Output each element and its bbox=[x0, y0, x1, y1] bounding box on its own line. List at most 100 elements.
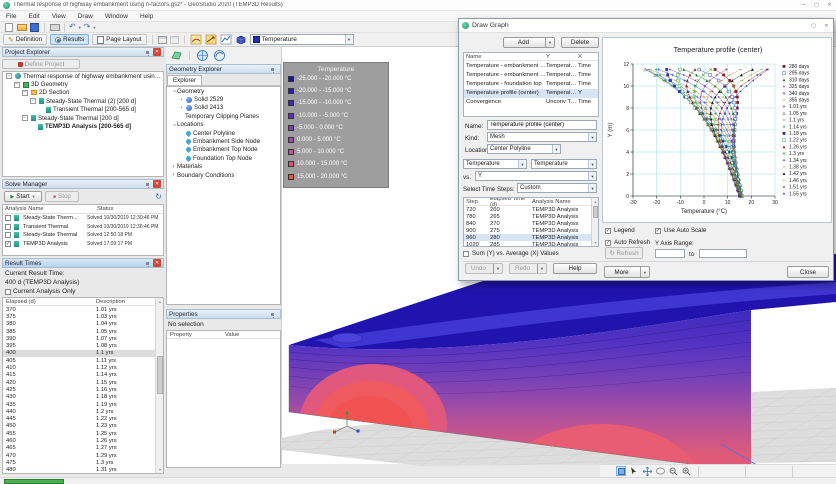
expand-icon[interactable]: › bbox=[178, 105, 185, 111]
pin-icon[interactable] bbox=[146, 183, 149, 186]
collapse-icon[interactable]: − bbox=[22, 90, 28, 96]
redo-icon[interactable]: ↷ bbox=[84, 23, 91, 31]
undo-button[interactable]: Undo ▼ bbox=[465, 263, 503, 274]
start-button[interactable]: ▶ Start ▼ bbox=[4, 191, 42, 202]
rotate-view-icon[interactable] bbox=[213, 49, 226, 62]
result-time-row[interactable]: 3701.01 yrs bbox=[3, 306, 155, 313]
close-button[interactable]: Close bbox=[787, 266, 829, 278]
results-button[interactable]: Results bbox=[50, 34, 89, 45]
view-parameter-combo[interactable]: Temperature ▼ bbox=[250, 34, 354, 45]
isosurface-icon[interactable] bbox=[235, 34, 247, 45]
pin-icon[interactable] bbox=[271, 68, 274, 71]
result-time-row[interactable]: 4701.29 yrs bbox=[3, 452, 155, 459]
tree-item[interactable]: ›Materials bbox=[167, 163, 280, 171]
analysis-checkbox[interactable]: ✓ bbox=[5, 241, 11, 247]
result-time-row[interactable]: 3851.05 yrs bbox=[3, 328, 155, 335]
save-icon[interactable] bbox=[29, 22, 40, 32]
dialog-close-icon[interactable]: ✕ bbox=[820, 21, 833, 30]
result-times-header[interactable]: Result Times ✕ bbox=[2, 258, 164, 268]
minimize-button[interactable]: — bbox=[797, 1, 810, 10]
table-view-icon[interactable] bbox=[158, 36, 167, 44]
close-panel-icon[interactable]: ✕ bbox=[153, 180, 161, 188]
graph-icon[interactable] bbox=[220, 34, 232, 45]
analysis-checkbox[interactable] bbox=[5, 215, 11, 221]
menu-file[interactable]: File bbox=[0, 13, 22, 20]
chevron-down-icon[interactable]: ▼ bbox=[588, 133, 596, 141]
menu-edit[interactable]: Edit bbox=[22, 13, 45, 20]
location-combo[interactable]: Center Polyline ▼ bbox=[487, 144, 561, 154]
tree-item[interactable]: −Thermal response of highway embankment … bbox=[3, 72, 163, 80]
zoom-out-icon[interactable] bbox=[668, 466, 678, 476]
menu-help[interactable]: Help bbox=[134, 13, 159, 20]
chevron-down-icon[interactable]: ▼ bbox=[588, 172, 596, 180]
graph-row[interactable]: Temperature - foundation topTemperatureT… bbox=[464, 79, 598, 88]
analysis-checkbox[interactable] bbox=[5, 224, 11, 230]
result-time-row[interactable]: 3801.04 yrs bbox=[3, 321, 155, 328]
collapse-icon[interactable]: − bbox=[30, 98, 36, 104]
tree-item[interactable]: −Steady-State Thermal (2) [200 d] bbox=[3, 97, 163, 105]
chevron-down-icon[interactable]: ▼ bbox=[588, 184, 596, 192]
contour-icon[interactable] bbox=[190, 34, 202, 45]
open-file-icon[interactable] bbox=[16, 22, 27, 32]
tree-item[interactable]: ›Geometry bbox=[167, 87, 280, 95]
cursor-icon[interactable] bbox=[629, 466, 639, 476]
refresh-button[interactable]: ↻ Refresh bbox=[605, 247, 643, 259]
auto-refresh-checkbox[interactable]: ✓ bbox=[605, 240, 611, 246]
print-icon[interactable] bbox=[49, 22, 60, 32]
tree-item[interactable]: ›Solid 2413 bbox=[167, 104, 280, 112]
add-dropdown-icon[interactable]: ▼ bbox=[545, 38, 554, 47]
pin-icon[interactable] bbox=[146, 262, 149, 265]
graph-row[interactable]: ConvergenceUnconv Tem...Time bbox=[464, 98, 598, 107]
result-time-row[interactable]: 4201.15 yrs bbox=[3, 379, 155, 386]
result-time-row[interactable]: 3951.08 yrs bbox=[3, 342, 155, 349]
analysis-row[interactable]: Steady-State ThermalSolved 12:50:18 PM bbox=[3, 231, 163, 240]
result-time-row[interactable]: 4351.19 yrs bbox=[3, 401, 155, 408]
current-analysis-only-checkbox[interactable] bbox=[5, 289, 11, 295]
y-axis-min-input[interactable] bbox=[655, 249, 685, 258]
sum-vs-average-checkbox[interactable] bbox=[463, 251, 469, 257]
tree-item[interactable]: Temporary Clipping Planes bbox=[167, 112, 280, 120]
vs-combo[interactable]: Y ▼ bbox=[475, 171, 597, 181]
tree-item[interactable]: TEMP3D Analysis [200-565 d] bbox=[3, 122, 163, 130]
result-time-row[interactable]: 4401.2 yrs bbox=[3, 408, 155, 415]
redo-dropdown-icon[interactable]: ▼ bbox=[92, 25, 96, 30]
tree-item[interactable]: ›Solid 2529 bbox=[167, 95, 280, 103]
undo-icon[interactable]: ↶ bbox=[69, 23, 76, 31]
scroll-down-icon[interactable]: ▼ bbox=[592, 239, 599, 246]
tree-item[interactable]: Center Polyline bbox=[167, 129, 280, 137]
analysis-checkbox[interactable] bbox=[5, 232, 11, 238]
result-time-row[interactable]: 4151.14 yrs bbox=[3, 372, 155, 379]
tree-item[interactable]: ›Locations bbox=[167, 121, 280, 129]
result-time-row[interactable]: 4501.23 yrs bbox=[3, 423, 155, 430]
scroll-down-icon[interactable]: ▼ bbox=[156, 466, 164, 473]
tree-item[interactable]: Foundation Top Node bbox=[167, 154, 280, 162]
chevron-down-icon[interactable]: ▼ bbox=[552, 145, 560, 153]
undo-dropdown-icon[interactable]: ▼ bbox=[78, 25, 82, 30]
solve-manager-header[interactable]: Solve Manager ✕ bbox=[2, 179, 164, 189]
result-time-row[interactable]: 4551.25 yrs bbox=[3, 430, 155, 437]
tree-item[interactable]: −3D Geometry bbox=[3, 80, 163, 88]
tree-item[interactable]: Transient Thermal [200-565 d] bbox=[3, 106, 163, 114]
y-parameter-combo[interactable]: Temperature ▼ bbox=[463, 159, 527, 169]
maximize-button[interactable]: ▢ bbox=[810, 1, 823, 10]
collapse-icon[interactable]: › bbox=[170, 122, 177, 128]
tree-item[interactable]: Embankment Side Node bbox=[167, 137, 280, 145]
chevron-down-icon[interactable]: ▼ bbox=[588, 160, 596, 168]
definition-button[interactable]: ✎ Definition bbox=[3, 34, 47, 45]
page-layout-button[interactable]: Page Layout bbox=[92, 34, 146, 45]
y-parameter2-combo[interactable]: Temperature ▼ bbox=[531, 159, 597, 169]
tree-item[interactable]: −2D Section bbox=[3, 89, 163, 97]
graph-row[interactable]: Temperature - embankment topTemperatureT… bbox=[464, 70, 598, 79]
menu-view[interactable]: View bbox=[46, 13, 72, 20]
tree-item[interactable]: ›Boundary Conditions bbox=[167, 171, 280, 179]
undo-dropdown-icon[interactable]: ▼ bbox=[493, 264, 502, 273]
more-dropdown-icon[interactable]: ▼ bbox=[640, 267, 649, 277]
result-time-row[interactable]: 4251.16 yrs bbox=[3, 386, 155, 393]
add-button[interactable]: Add ▼ bbox=[503, 37, 555, 48]
menu-draw[interactable]: Draw bbox=[72, 13, 99, 20]
zoom-in-icon[interactable] bbox=[681, 466, 691, 476]
help-button[interactable]: Help bbox=[553, 263, 597, 274]
collapse-icon[interactable]: − bbox=[22, 115, 28, 121]
scroll-up-icon[interactable]: ▲ bbox=[592, 198, 599, 205]
result-times-scrollbar[interactable]: ▲ ▼ bbox=[155, 298, 163, 473]
